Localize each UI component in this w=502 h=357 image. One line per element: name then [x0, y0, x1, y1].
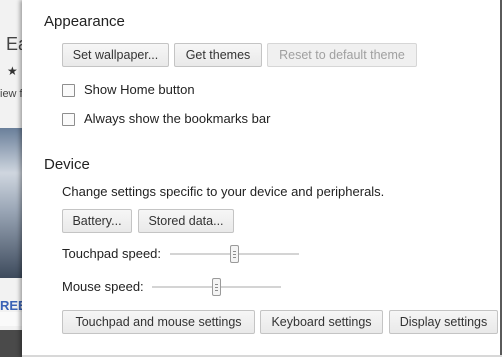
grip-line [233, 257, 236, 258]
stored-data-button[interactable]: Stored data... [138, 209, 234, 233]
device-section-title: Device [44, 156, 90, 173]
get-themes-button[interactable]: Get themes [174, 43, 262, 67]
grip-line [215, 287, 218, 288]
grip-line [233, 254, 236, 255]
background-star-icon: ★ [7, 64, 18, 78]
bookmarks-bar-checkbox-row[interactable]: Always show the bookmarks bar [62, 111, 322, 128]
mouse-speed-slider-thumb[interactable] [212, 278, 221, 296]
background-heading: Ea [6, 34, 22, 54]
device-description: Change settings specific to your device … [62, 184, 385, 199]
background-promo-text: REE [0, 298, 22, 313]
grip-line [215, 290, 218, 291]
grip-line [233, 251, 236, 252]
touchpad-speed-label: Touchpad speed: [62, 246, 162, 261]
grip-line [215, 284, 218, 285]
set-wallpaper-button[interactable]: Set wallpaper... [62, 43, 169, 67]
background-window: Ea ★ iew f REE [0, 0, 22, 357]
mouse-speed-label: Mouse speed: [62, 279, 144, 294]
background-strip [0, 312, 22, 326]
touchpad-mouse-settings-button[interactable]: Touchpad and mouse settings [62, 310, 255, 334]
display-settings-button[interactable]: Display settings [389, 310, 498, 334]
background-screenshot-image [0, 128, 22, 278]
battery-button[interactable]: Battery... [62, 209, 132, 233]
bookmarks-bar-label: Always show the bookmarks bar [84, 111, 271, 126]
touchpad-speed-slider-thumb[interactable] [230, 245, 239, 263]
reset-theme-button[interactable]: Reset to default theme [267, 43, 417, 67]
show-home-checkbox[interactable] [62, 84, 75, 97]
background-text: iew f [0, 88, 22, 100]
show-home-label: Show Home button [84, 82, 195, 97]
keyboard-settings-button[interactable]: Keyboard settings [260, 310, 383, 334]
show-home-button-checkbox-row[interactable]: Show Home button [62, 82, 262, 99]
appearance-section-title: Appearance [44, 13, 125, 30]
bookmarks-bar-checkbox[interactable] [62, 113, 75, 126]
